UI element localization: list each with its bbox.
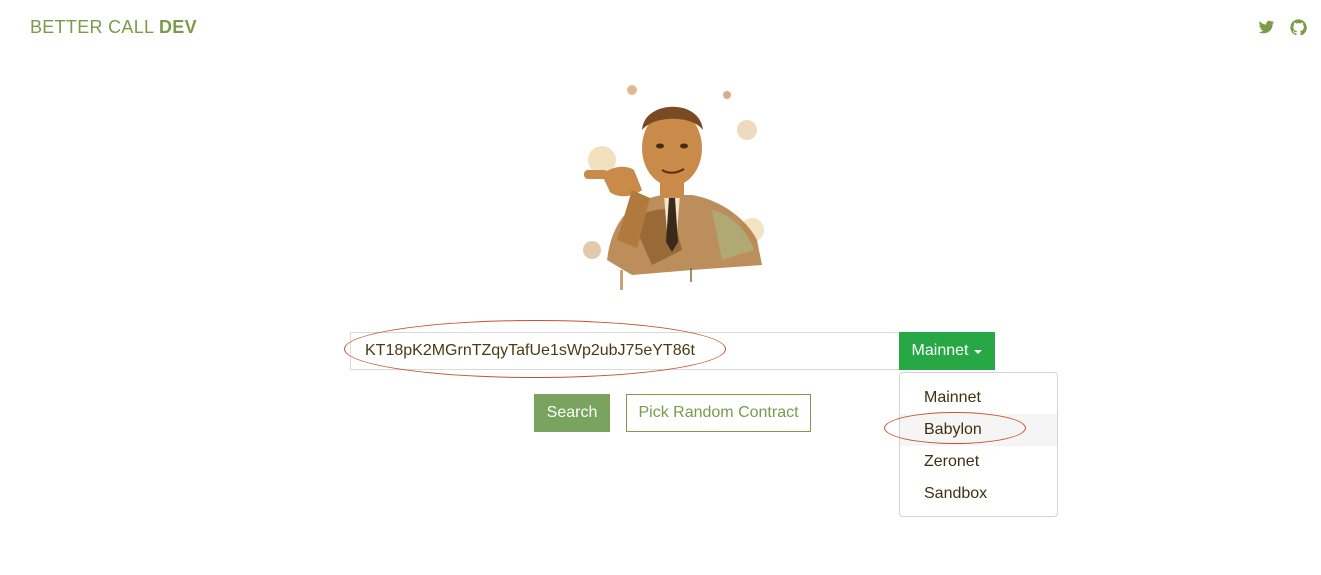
network-select-button[interactable]: Mainnet: [899, 332, 995, 370]
brand-logo-link[interactable]: BETTER CALL DEV: [30, 17, 197, 38]
network-option-zeronet[interactable]: Zeronet: [900, 446, 1057, 478]
network-option-sandbox[interactable]: Sandbox: [900, 478, 1057, 510]
network-selected-label: Mainnet: [911, 342, 969, 359]
caret-down-icon: [974, 350, 983, 354]
social-links: [1258, 19, 1307, 36]
network-option-mainnet[interactable]: Mainnet: [900, 382, 1057, 414]
brand-light-text: BETTER CALL: [30, 17, 159, 37]
network-dropdown-menu: Mainnet Babylon Zeronet Sandbox: [899, 372, 1058, 517]
github-icon[interactable]: [1290, 19, 1307, 36]
pick-random-contract-button[interactable]: Pick Random Contract: [626, 394, 811, 432]
contract-search-input[interactable]: [350, 332, 899, 370]
page: BETTER CALL DEV KT18pK2MGrnTZqyTafUe1sWp…: [0, 0, 1321, 575]
brand-bold-text: DEV: [158, 17, 197, 37]
hero-illustration: [572, 70, 772, 298]
twitter-icon[interactable]: [1258, 19, 1275, 36]
search-button[interactable]: Search: [534, 394, 610, 432]
network-option-babylon[interactable]: Babylon: [900, 414, 1057, 446]
